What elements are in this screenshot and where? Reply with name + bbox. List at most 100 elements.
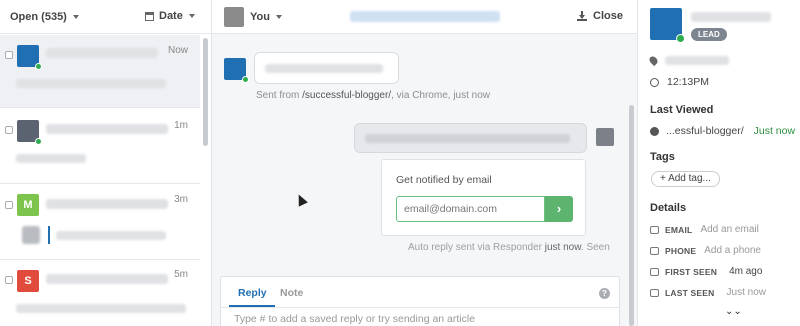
conversation-checkbox[interactable] [5, 276, 13, 284]
auto-reply-suffix: . Seen [580, 242, 610, 253]
sort-label: Date [159, 10, 183, 22]
message-preview-redacted [16, 79, 166, 88]
phone-icon [650, 246, 659, 255]
message-preview-redacted [56, 231, 166, 240]
chevron-down-icon [188, 14, 195, 18]
auto-reply-time: just now [544, 242, 581, 253]
conversation-checkbox[interactable] [5, 51, 13, 59]
avatar [17, 120, 42, 145]
contact-name-redacted [46, 274, 168, 284]
contact-name-redacted [46, 199, 168, 209]
detail-last-seen-row: LAST SEEN Just now [650, 287, 766, 298]
sent-from-suffix: , via Chrome, just now [391, 90, 491, 101]
reply-input[interactable]: Type # to add a saved reply or try sendi… [234, 313, 475, 325]
message-text-redacted [365, 134, 570, 143]
conversation-time: Now [167, 45, 188, 56]
detail-first-seen-row: FIRST SEEN 4m ago [650, 266, 762, 277]
avatar-letter: S [24, 275, 32, 287]
online-status-icon [35, 138, 42, 145]
calendar-icon [145, 11, 154, 21]
thumbnail-redacted [22, 226, 40, 244]
detail-label: PHONE [665, 245, 697, 256]
tab-reply[interactable]: Reply [238, 287, 267, 299]
calendar-icon [650, 267, 659, 276]
message-text-redacted [265, 64, 383, 73]
online-status-icon [35, 63, 42, 70]
avatar [224, 58, 249, 83]
auto-reply-prefix: Auto reply sent via Responder [408, 242, 545, 253]
location-redacted [665, 56, 729, 65]
location-pin-icon [647, 54, 660, 67]
email-field[interactable]: email@domain.com [396, 196, 545, 222]
assignee-label: You [250, 11, 270, 23]
conversation-item[interactable]: Now [0, 35, 200, 108]
local-time: 12:13PM [667, 76, 710, 88]
globe-icon [650, 126, 659, 136]
conversation-time: 3m [174, 194, 188, 205]
conversation-checkbox[interactable] [5, 126, 13, 134]
conversation-item[interactable]: S 5m [0, 260, 200, 326]
list-scrollbar[interactable] [203, 38, 208, 146]
double-chevron-down-icon[interactable]: ⌄⌄ [725, 306, 742, 317]
help-icon[interactable]: ? [599, 288, 610, 299]
add-tag-button[interactable]: + Add tag... [651, 171, 720, 187]
detail-email-row[interactable]: EMAIL Add an email [650, 224, 759, 235]
conversation-list-panel: Open (535) Date Now 1m M 3m S 5m [0, 0, 212, 326]
conversation-panel: You Close Sent from /successful-blogger/… [212, 0, 637, 326]
tags-heading: Tags [650, 151, 675, 163]
sort-dropdown[interactable]: Date [145, 10, 195, 22]
conversation-time: 5m [174, 269, 188, 280]
sent-from-path: /successful-blogger/ [302, 90, 392, 101]
download-icon [577, 11, 588, 21]
status-filter-label: Open (535) [10, 10, 67, 23]
email-submit-button[interactable]: › [545, 196, 573, 222]
conversation-time: 1m [174, 120, 188, 131]
detail-label: EMAIL [665, 224, 693, 235]
calendar-icon [650, 288, 659, 297]
conversation-checkbox[interactable] [5, 201, 13, 209]
agent-message-bubble [354, 123, 587, 153]
conversation-scrollbar[interactable] [629, 105, 634, 326]
conversation-item[interactable]: 1m [0, 108, 200, 184]
chevron-down-icon [275, 15, 282, 19]
sent-from-prefix: Sent from [256, 90, 303, 101]
chevron-down-icon [72, 14, 79, 19]
close-button[interactable]: Close [577, 10, 623, 22]
avatar: S [17, 270, 39, 292]
details-heading: Details [650, 202, 687, 214]
close-label: Close [593, 10, 623, 22]
detail-value: 4m ago [729, 266, 763, 277]
detail-label: FIRST SEEN [665, 266, 718, 277]
contact-name-redacted [46, 48, 158, 58]
last-viewed-row[interactable]: ...essful-blogger/ Just now [650, 125, 795, 137]
last-viewed-heading: Last Viewed [650, 104, 714, 116]
last-viewed-page: ...essful-blogger/ [666, 125, 744, 137]
tabs-divider [221, 307, 619, 308]
message-preview-redacted [16, 154, 86, 163]
conversation-header: You Close [212, 0, 637, 34]
email-capture-card: Get notified by email email@domain.com › [381, 159, 586, 236]
assignee-dropdown[interactable]: You [224, 7, 282, 27]
message-preview-redacted [16, 304, 186, 313]
conversation-item[interactable]: M 3m [0, 184, 200, 260]
envelope-icon [650, 225, 659, 234]
visitor-message-bubble [254, 52, 399, 84]
last-viewed-time: Just now [753, 125, 796, 137]
tab-note[interactable]: Note [280, 287, 303, 299]
avatar-letter: M [23, 199, 33, 211]
profile-sidebar: LEAD 12:13PM Last Viewed ...essful-blogg… [637, 0, 800, 326]
online-status-icon [242, 76, 249, 83]
reply-composer: Reply Note ? Type # to add a saved reply… [220, 276, 620, 326]
quote-bar [48, 226, 50, 244]
message-meta: Sent from /successful-blogger/, via Chro… [256, 90, 490, 101]
mouse-cursor-icon [294, 192, 308, 207]
detail-label: LAST SEEN [665, 287, 715, 298]
location-row [647, 54, 729, 67]
email-capture-title: Get notified by email [396, 174, 492, 186]
online-status-icon [676, 34, 685, 43]
detail-phone-row[interactable]: PHONE Add a phone [650, 245, 761, 256]
contact-name-redacted [46, 124, 168, 134]
assignee-avatar [224, 7, 244, 27]
status-filter-dropdown[interactable]: Open (535) [10, 11, 79, 23]
profile-name-redacted [691, 12, 771, 22]
